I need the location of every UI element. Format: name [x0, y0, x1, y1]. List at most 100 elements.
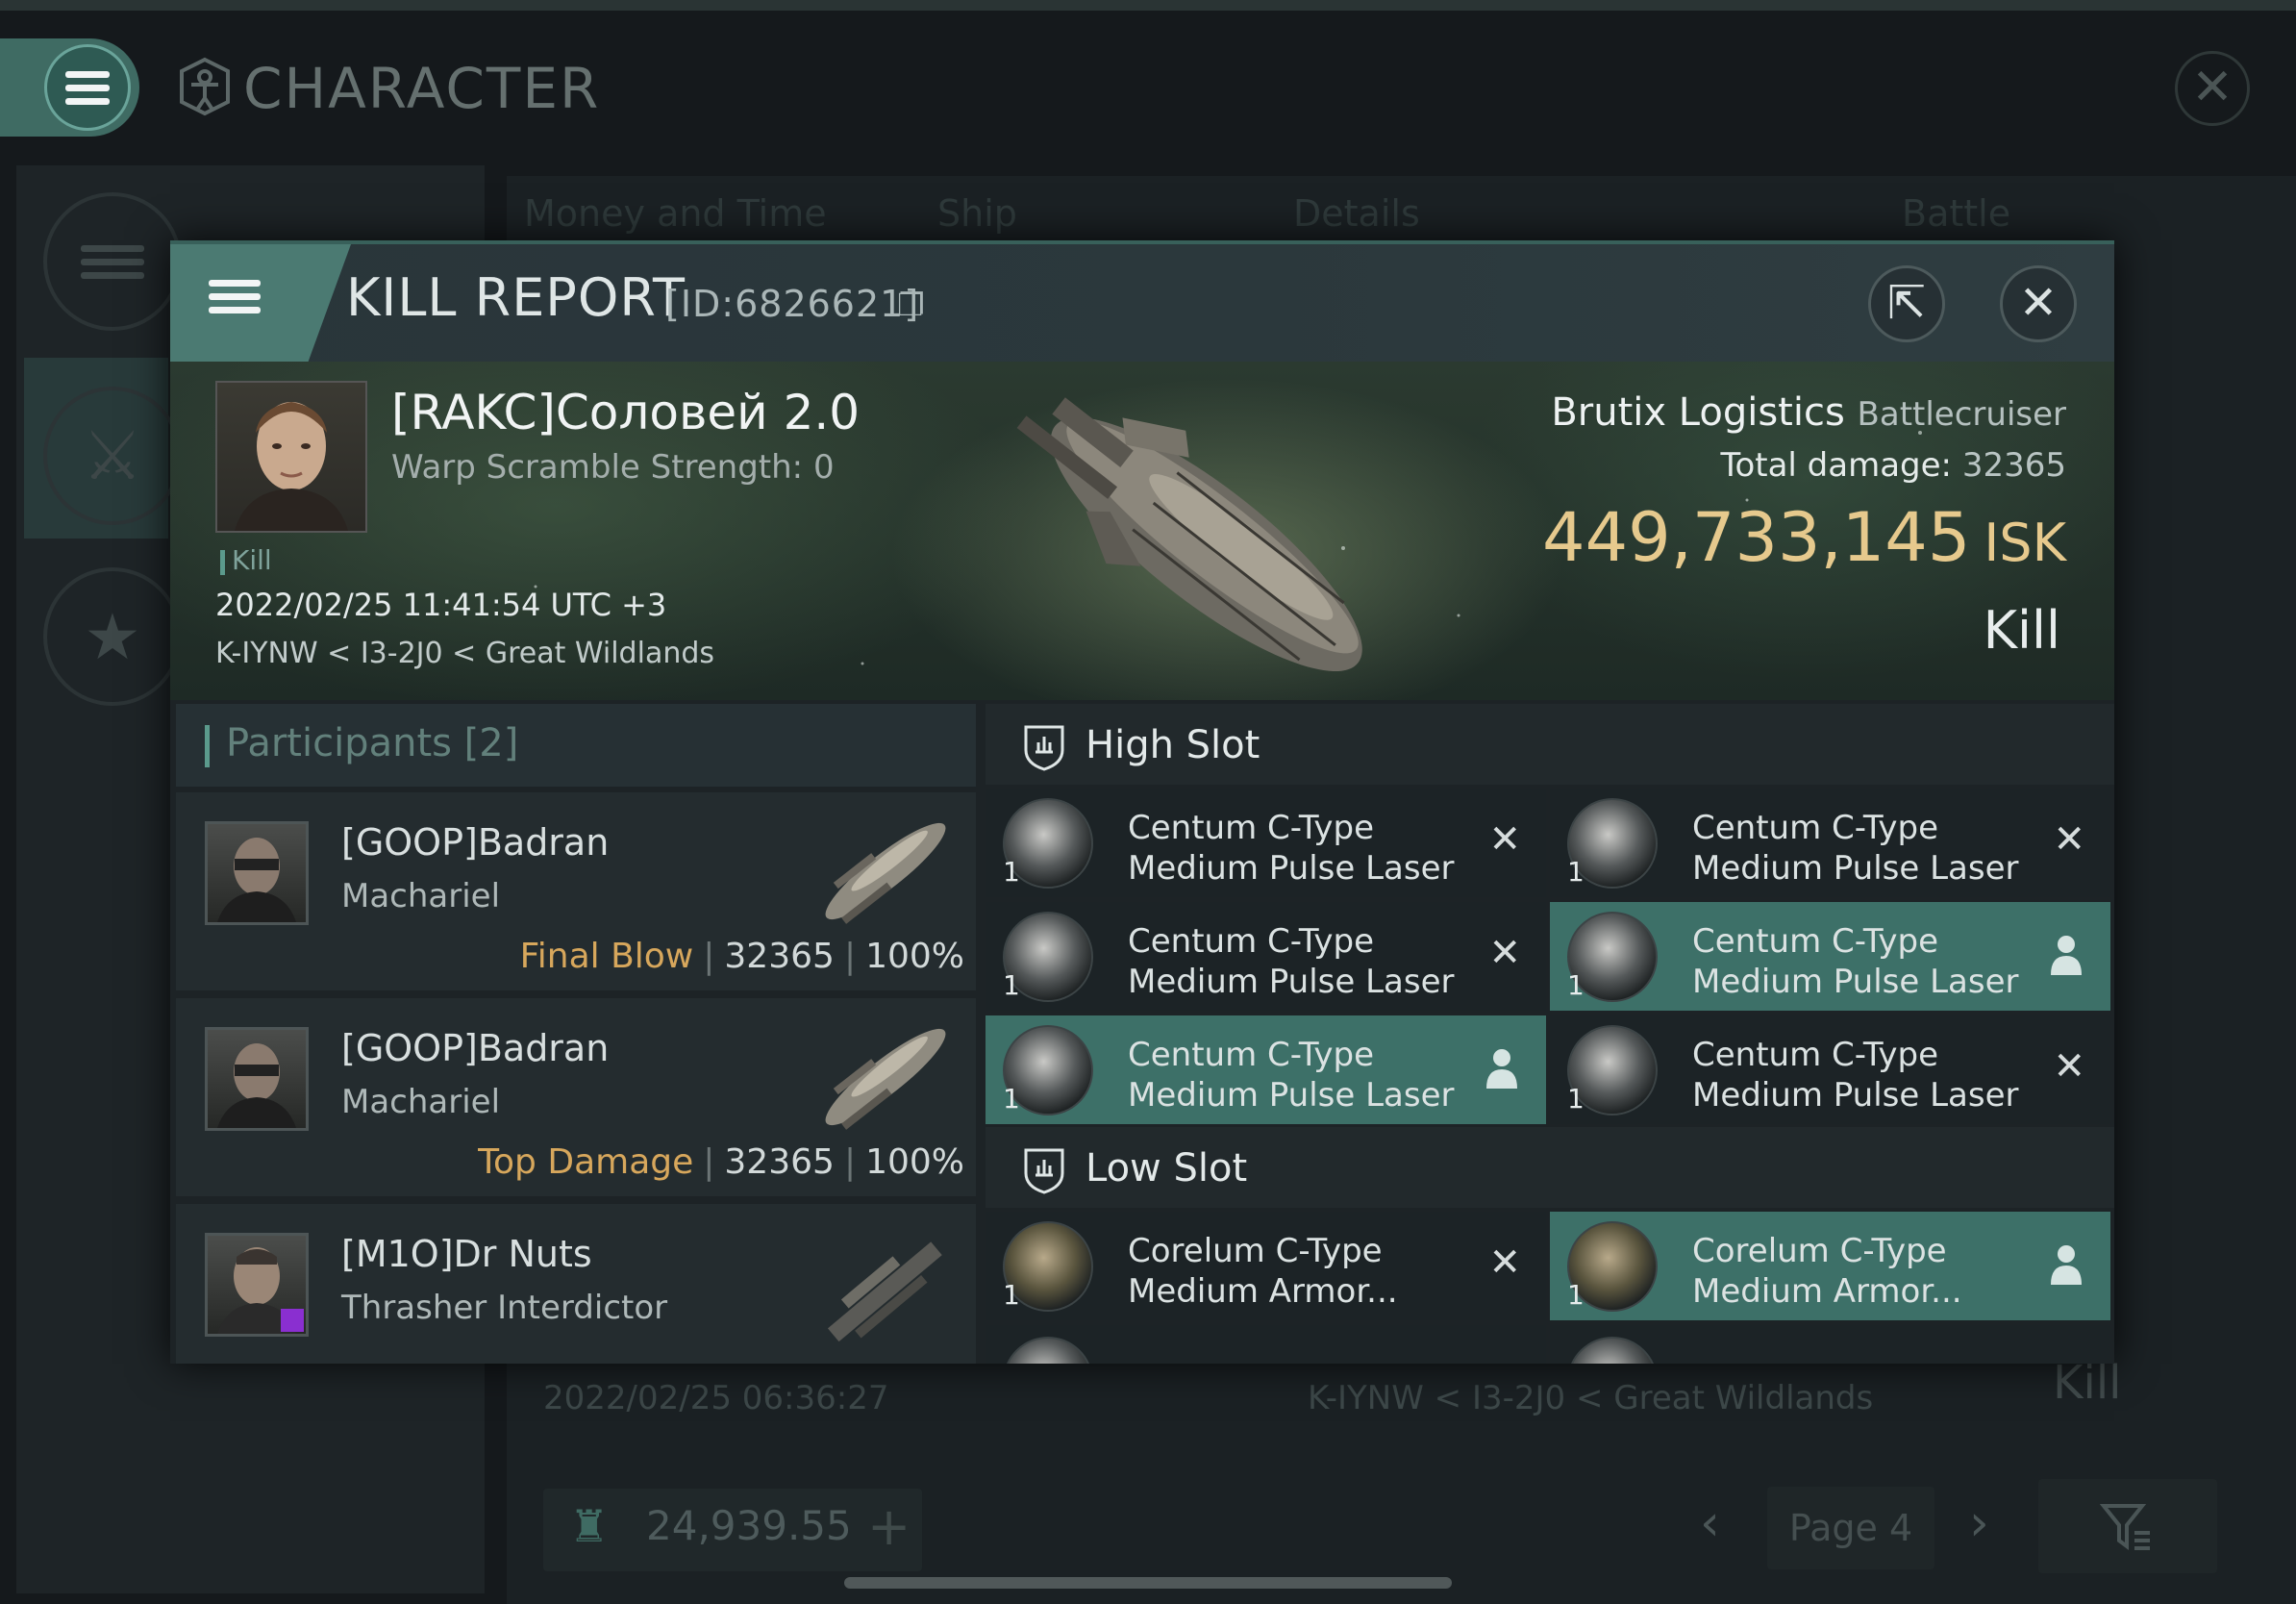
total-damage-value: 32365: [1961, 446, 2066, 485]
isk-unit: ISK: [1984, 513, 2066, 573]
page-indicator: Page 4: [1767, 1487, 1934, 1569]
module-name: Centum C-Type Medium Pulse Laser: [1128, 922, 1455, 1001]
participants-panel: Participants [2] [GOOP]Badran Machariel …: [176, 704, 976, 1364]
hamburger-icon: [209, 273, 261, 320]
participants-marker: [205, 725, 210, 767]
dropped-icon: [1486, 1049, 1517, 1089]
module-name: Centum C-Type Medium Pulse Laser: [1128, 809, 1455, 888]
tab-details[interactable]: Details: [1293, 192, 1420, 235]
module-quantity: 1: [1567, 1083, 1585, 1115]
module-item[interactable]: 1 Corelum C-Type Medium Armor... ✕: [986, 1212, 1546, 1320]
destroyed-icon: ✕: [1488, 817, 1521, 862]
victim-name[interactable]: [RAKC]Соловей 2.0: [391, 385, 860, 440]
low-slot-label: Low Slot: [1086, 1146, 1248, 1190]
victim-portrait[interactable]: [215, 381, 367, 533]
damage-percent: 100%: [865, 1142, 964, 1182]
row-location: K-IYNW < I3-2J0 < Great Wildlands: [1308, 1379, 1874, 1417]
ship-name: Brutix Logistics: [1551, 390, 1845, 435]
module-item[interactable]: 1 Corelum C-Type Medium Armor...: [1550, 1212, 2110, 1320]
filter-icon: [2100, 1504, 2150, 1550]
participant-ship: Machariel: [341, 877, 501, 915]
character-icon: [180, 57, 230, 116]
participant-name: [GOOP]Badran: [341, 821, 610, 864]
fitting-panel: High Slot 1 Centum C-Type Medium Pulse La…: [986, 704, 2114, 1364]
prev-page-icon[interactable]: ‹: [1700, 1494, 1720, 1552]
participant-ship-image: [825, 822, 946, 924]
list-icon[interactable]: [43, 192, 182, 331]
participant-damage: Final Blow | 32365 | 100%: [519, 937, 964, 976]
close-icon[interactable]: ✕: [2000, 265, 2077, 342]
total-damage-label: Total damage:: [1720, 446, 1953, 485]
filter-button[interactable]: [2038, 1479, 2217, 1573]
page-title: CHARACTER: [243, 56, 601, 121]
damage-percent: 100%: [865, 937, 964, 976]
participant-ship-image: [827, 1241, 942, 1342]
high-slot-header: High Slot: [986, 704, 2114, 785]
module-quantity: 1: [1003, 969, 1020, 1001]
scrollbar[interactable]: [844, 1577, 1452, 1589]
participant-card[interactable]: [M1O]Dr Nuts Thrasher Interdictor: [176, 1204, 976, 1364]
module-item[interactable]: 1 Centum C-Type Medium Pulse Laser ✕: [1550, 789, 2110, 897]
module-item[interactable]: 1 Centum C-Type Medium Pulse Laser ✕: [1550, 1015, 2110, 1124]
high-slot-label: High Slot: [1086, 723, 1260, 767]
top-bar: [0, 0, 2296, 11]
destroyed-icon: ✕: [1488, 931, 1521, 975]
module-item[interactable]: 1 Centum C-Type Medium Pulse Laser ✕: [986, 902, 1546, 1011]
participant-name: [M1O]Dr Nuts: [341, 1233, 592, 1275]
tab-ship[interactable]: Ship: [937, 192, 1017, 235]
module-name: Corelum C-Type Medium Armor...: [1692, 1232, 1962, 1311]
participant-card[interactable]: [GOOP]Badran Machariel Top Damage | 32365 |…: [176, 998, 976, 1196]
isk-amount: 449,733,145: [1542, 498, 1971, 577]
destroyed-icon: ✕: [2053, 1044, 2085, 1089]
damage-value: 32365: [724, 1142, 835, 1182]
isk-value: 449,733,145 ISK: [1542, 498, 2066, 577]
kill-report-modal: KILL REPORT [ID:6826621] ❐ ⇱ ✕ [RAKC]Сол…: [170, 240, 2114, 1364]
damage-value: 32365: [724, 937, 835, 976]
copy-icon[interactable]: ❐: [897, 287, 925, 323]
kill-report-menu-button[interactable]: [170, 244, 300, 362]
participant-damage: Top Damage | 32365 | 100%: [478, 1142, 964, 1182]
star-icon[interactable]: ★: [43, 567, 182, 706]
low-slot-header: Low Slot: [986, 1127, 2114, 1208]
dropped-icon: [2051, 1245, 2082, 1285]
wallet-balance: 24,939.55: [646, 1502, 852, 1549]
module-quantity: 1: [1567, 969, 1585, 1001]
kill-tag-marker: [220, 550, 225, 575]
victim-ship[interactable]: Brutix Logistics Battlecruiser: [1551, 390, 2066, 435]
high-slot-icon: [1024, 725, 1064, 771]
share-icon[interactable]: ⇱: [1868, 265, 1945, 342]
kill-result: Kill: [1983, 600, 2060, 661]
kill-tag: Kill: [232, 544, 272, 576]
module-quantity: 1: [1567, 1279, 1585, 1311]
crossed-swords-icon[interactable]: ⚔: [43, 387, 182, 525]
kill-time: 2022/02/25 11:41:54 UTC +3: [215, 587, 667, 623]
module-name: Centum C-Type Medium Pulse Laser: [1692, 809, 2019, 888]
ship-class: Battlecruiser: [1857, 395, 2066, 434]
module-item[interactable]: 1 Centum C-Type Medium Pulse Laser: [986, 1015, 1546, 1124]
final-blow-label: Final Blow: [519, 937, 694, 976]
module-quantity: 1: [1003, 1083, 1020, 1115]
module-icon: [1567, 1337, 1658, 1364]
next-page-icon[interactable]: ›: [1969, 1494, 1989, 1552]
participant-portrait: [205, 1233, 309, 1337]
add-isk-button[interactable]: +: [867, 1496, 911, 1557]
top-damage-label: Top Damage: [478, 1142, 694, 1182]
row-result: Kill: [2053, 1356, 2122, 1410]
low-slot-icon: [1024, 1148, 1064, 1194]
kill-location[interactable]: K-IYNW < I3-2J0 < Great Wildlands: [215, 637, 714, 670]
module-item[interactable]: 1 Centum C-Type Medium Pulse Laser: [1550, 902, 2110, 1011]
close-icon[interactable]: ✕: [2175, 51, 2250, 126]
row-time: 2022/02/25 06:36:27: [543, 1379, 889, 1417]
module-name: Centum C-Type Medium Pulse Laser: [1692, 922, 2019, 1001]
main-menu-button[interactable]: [44, 44, 131, 131]
module-item[interactable]: 1 Centum C-Type Medium Pulse Laser ✕: [986, 789, 1546, 897]
participant-portrait: [205, 821, 309, 925]
destroyed-icon: ✕: [1488, 1241, 1521, 1285]
participant-portrait: [205, 1027, 309, 1131]
module-item-partial[interactable]: [1550, 1325, 2110, 1364]
module-item-partial[interactable]: [986, 1325, 1546, 1364]
total-damage: Total damage: 32365: [1720, 446, 2066, 485]
participant-card[interactable]: [GOOP]Badran Machariel Final Blow | 32365 |…: [176, 792, 976, 990]
kill-report-id: [ID:6826621]: [665, 283, 920, 325]
tab-money-time[interactable]: Money and Time: [524, 192, 827, 235]
